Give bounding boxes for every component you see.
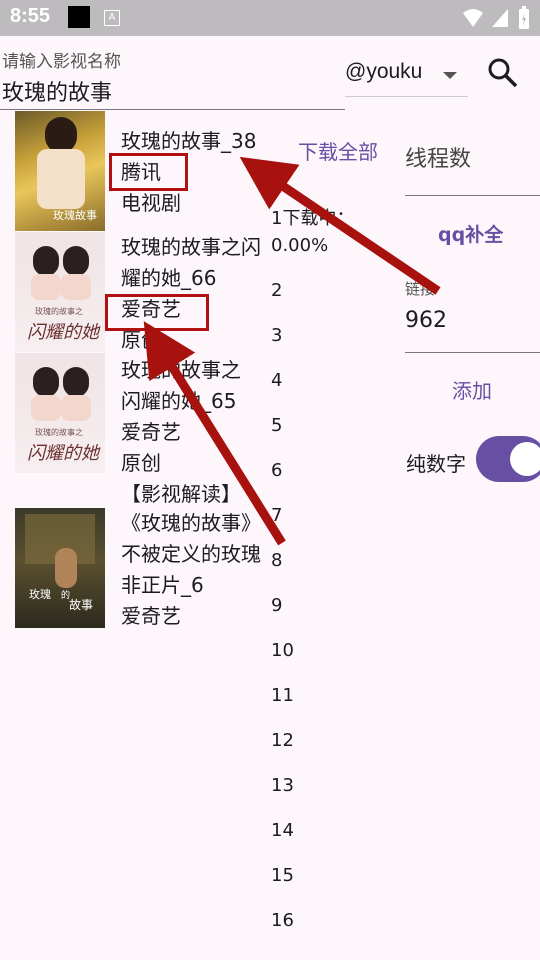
download-status: 1下载中： 0.00% <box>271 205 354 259</box>
result-category: 原创 <box>121 451 161 475</box>
poster-figure <box>55 548 77 588</box>
poster-thumbnail[interactable]: 玫瑰的故事之 闪耀的她 <box>15 353 105 473</box>
result-category: 原创 <box>121 328 161 352</box>
wifi-icon <box>463 9 483 27</box>
pure-digits-label: 纯数字 <box>406 452 466 476</box>
episode-number[interactable]: 15 <box>271 865 294 886</box>
poster-text: 闪耀的她 <box>27 443 99 464</box>
poster-thumbnail[interactable]: 玫瑰 的 故事 <box>15 508 105 628</box>
result-title[interactable]: 不被定义的玫瑰 <box>121 539 261 570</box>
add-button[interactable]: 添加 <box>452 375 492 404</box>
search-icon[interactable] <box>486 56 520 92</box>
poster-figure <box>61 274 91 300</box>
chevron-down-icon <box>443 72 457 79</box>
signal-icon <box>492 9 508 27</box>
download-progress: 0.00% <box>271 235 329 256</box>
poster-text: 故事 <box>69 598 94 612</box>
app-badge-icon: A <box>104 10 120 26</box>
status-time: 8:55 <box>10 5 51 27</box>
episode-number[interactable]: 12 <box>271 730 294 751</box>
result-platform: 腾讯 <box>121 160 161 184</box>
episode-number[interactable]: 3 <box>271 325 282 346</box>
search-label: 请输入影视名称 <box>2 52 121 72</box>
poster-figure <box>31 395 61 421</box>
episode-number[interactable]: 16 <box>271 910 294 931</box>
poster-text: 玫瑰 <box>29 588 51 601</box>
poster-text: 玫瑰的故事之 <box>35 307 83 316</box>
result-title[interactable]: 闪耀的她_65 <box>121 386 236 417</box>
download-status-line: 1下载中： <box>271 208 355 229</box>
poster-thumbnail[interactable]: 玫瑰的故事之 闪耀的她 <box>15 232 105 352</box>
link-label: 链接 <box>405 280 436 298</box>
result-title[interactable]: 【影视解读】 <box>121 479 241 510</box>
poster-text: 玫瑰故事 <box>53 209 97 222</box>
poster-figure <box>37 149 85 209</box>
episode-number[interactable]: 4 <box>271 370 282 391</box>
episode-number[interactable]: 2 <box>271 280 282 301</box>
poster-thumbnail[interactable]: 玫瑰故事 <box>15 111 105 231</box>
episode-number[interactable]: 11 <box>271 685 294 706</box>
poster-figure <box>33 246 59 276</box>
poster-figure <box>61 395 91 421</box>
poster-figure <box>63 367 89 397</box>
battery-icon <box>519 6 529 29</box>
result-title[interactable]: 玫瑰的故事之闪 <box>121 232 261 263</box>
poster-text: 闪耀的她 <box>27 322 99 343</box>
result-title[interactable]: 玫瑰的故事之 <box>121 355 241 386</box>
poster-text: 玫瑰的故事之 <box>35 428 83 437</box>
episode-number[interactable]: 13 <box>271 775 294 796</box>
poster-figure <box>45 117 77 153</box>
pure-digits-toggle[interactable] <box>476 436 540 482</box>
episode-number[interactable]: 14 <box>271 820 294 841</box>
source-dropdown[interactable]: @youku <box>345 56 468 97</box>
result-title[interactable]: 耀的她_66 <box>121 263 216 294</box>
episode-number[interactable]: 6 <box>271 460 282 481</box>
episode-number[interactable]: 9 <box>271 595 282 616</box>
qq-fill-button[interactable]: qq补全 <box>438 220 503 247</box>
thread-count-field[interactable]: 线程数 <box>405 131 540 196</box>
poster-figure <box>33 367 59 397</box>
thread-count-label: 线程数 <box>405 147 472 172</box>
episode-number[interactable]: 10 <box>271 640 294 661</box>
link-field[interactable]: 链接 962 <box>405 278 540 353</box>
result-category: 非正片_6 <box>121 573 204 597</box>
episode-number[interactable]: 7 <box>271 505 282 526</box>
notification-icon <box>68 6 90 28</box>
episode-number[interactable]: 8 <box>271 550 282 571</box>
result-category: 电视剧 <box>121 191 181 215</box>
result-platform: 爱奇艺 <box>121 297 181 321</box>
search-input[interactable] <box>0 72 345 110</box>
poster-figure <box>31 274 61 300</box>
poster-figure <box>63 246 89 276</box>
download-all-button[interactable]: 下载全部 <box>298 136 378 165</box>
link-value: 962 <box>405 308 447 333</box>
source-selected: @youku <box>345 60 423 83</box>
toggle-knob <box>510 442 540 476</box>
result-platform: 爱奇艺 <box>121 420 181 444</box>
result-platform: 爱奇艺 <box>121 604 181 628</box>
result-title[interactable]: 玫瑰的故事_38 <box>121 126 256 157</box>
episode-number[interactable]: 5 <box>271 415 282 436</box>
result-title[interactable]: 《玫瑰的故事》 <box>121 508 261 539</box>
